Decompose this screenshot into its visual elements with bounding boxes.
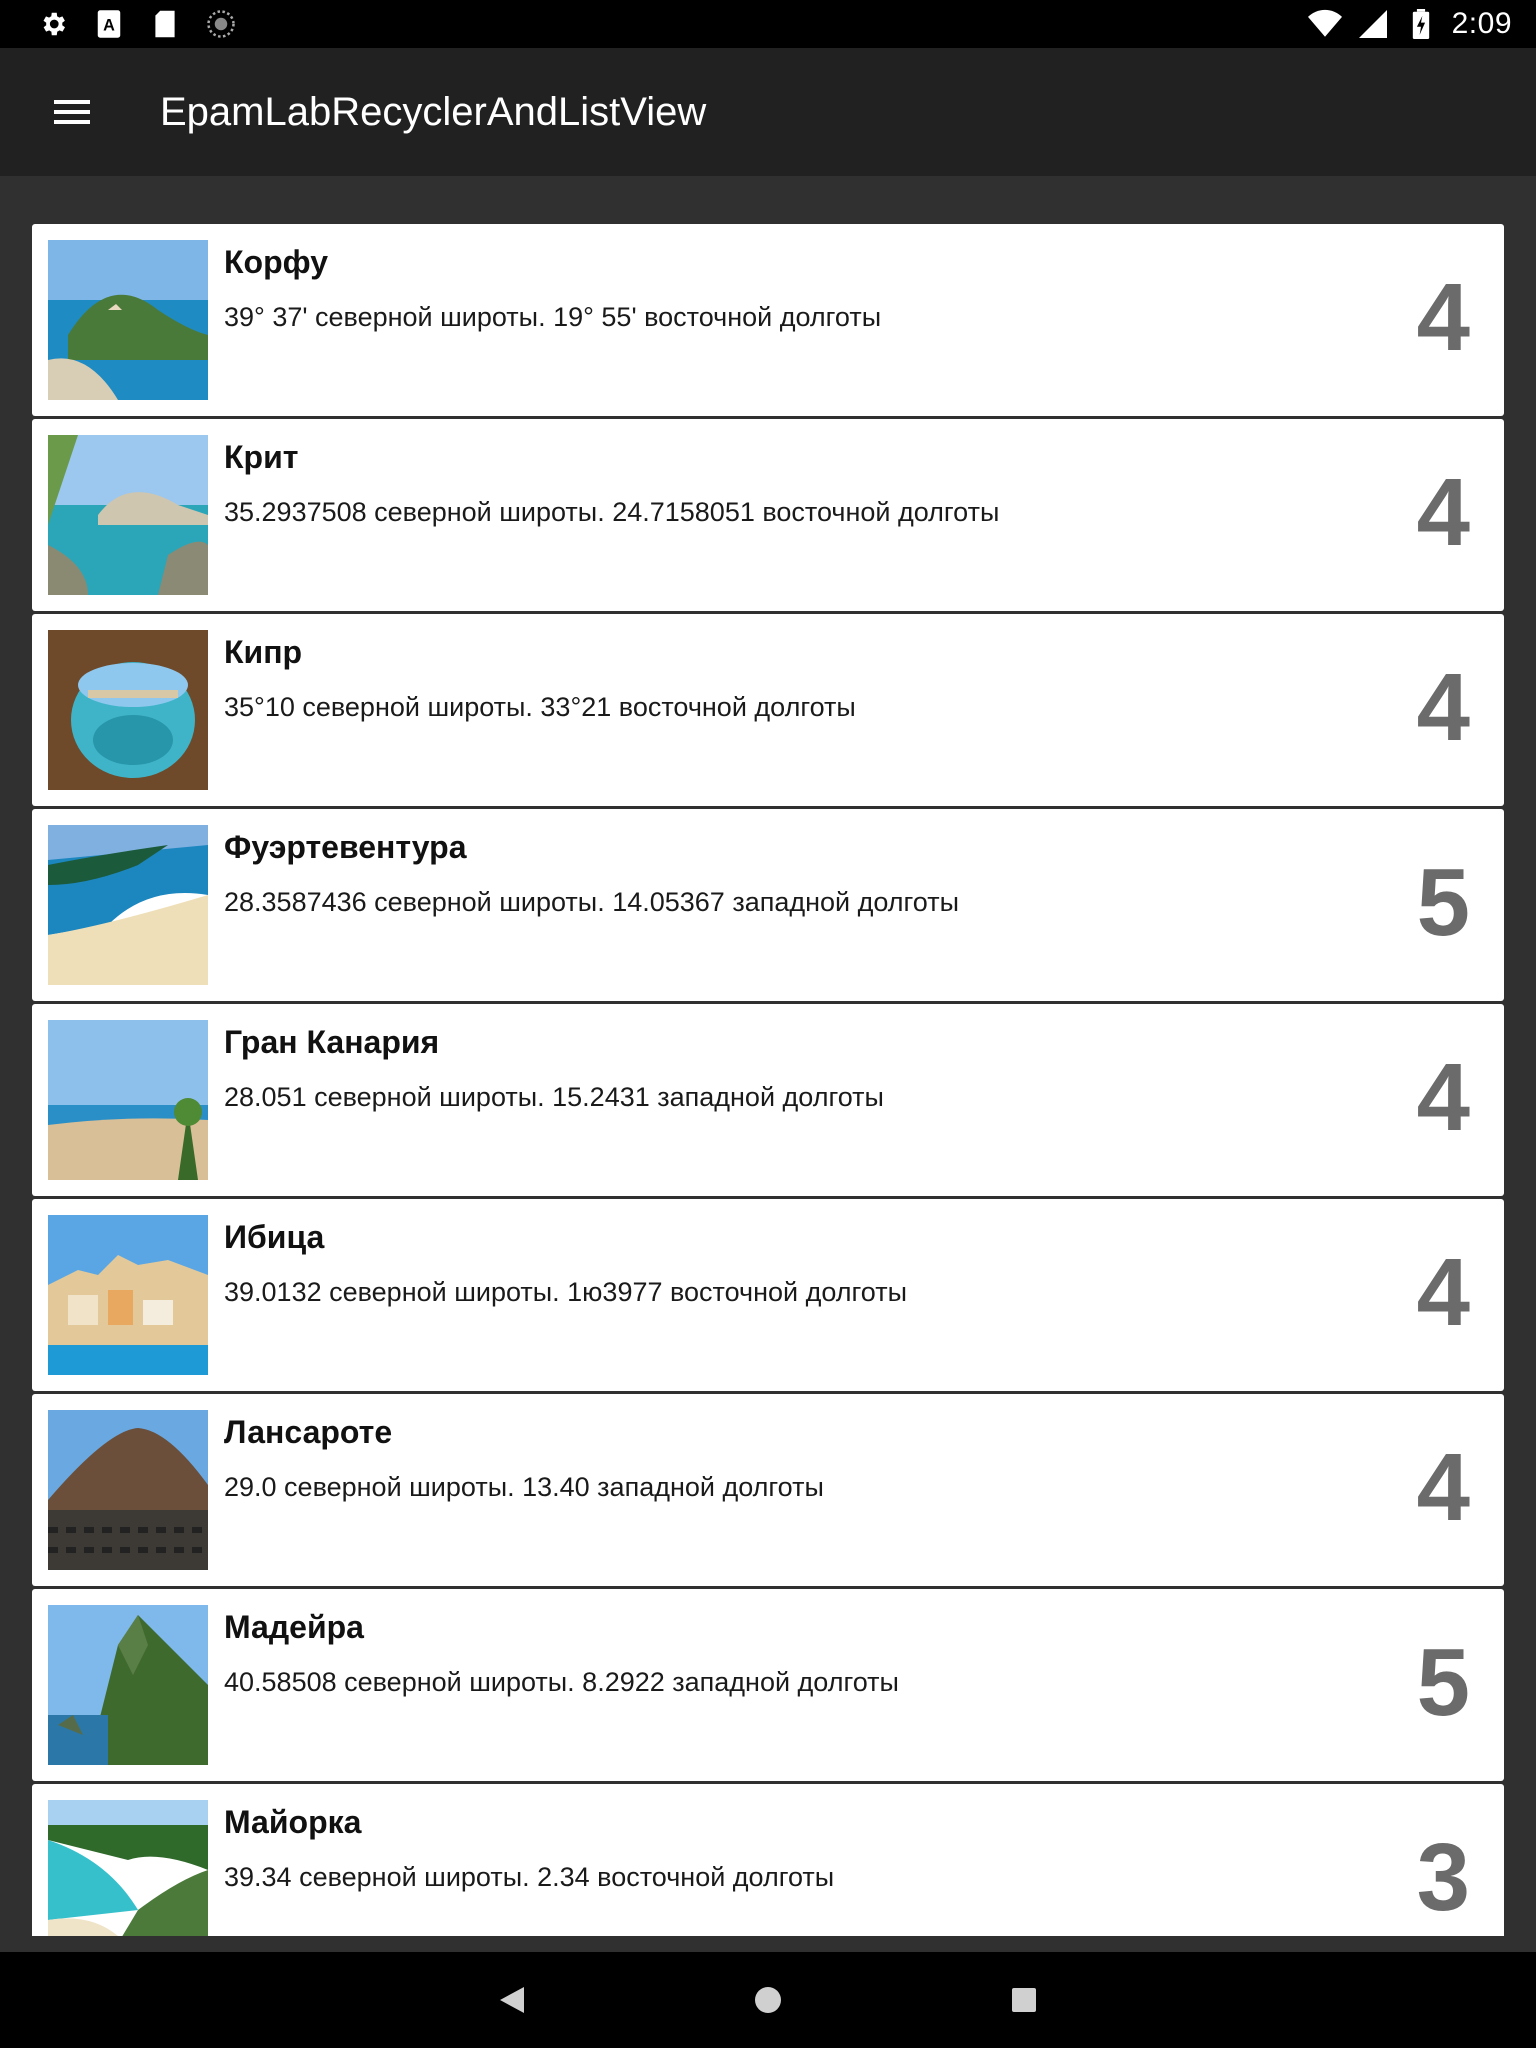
item-title: Ибица	[224, 1219, 325, 1255]
destination-image	[48, 1800, 208, 1936]
item-coordinates: 29.0 северной широты. 13.40 западной дол…	[224, 1472, 824, 1502]
app-title: EpamLabRecyclerAndListView	[160, 89, 707, 134]
destination-image	[48, 630, 208, 790]
item-coordinates: 35.2937508 северной широты. 24.7158051 в…	[224, 497, 1000, 527]
status-time: 2:09	[1451, 7, 1512, 40]
item-rating: 4	[1416, 1434, 1470, 1541]
battery-icon	[1404, 7, 1438, 41]
item-rating: 4	[1416, 1044, 1470, 1151]
item-title: Фуэртевентура	[224, 829, 467, 865]
navigation-bar	[0, 1952, 1536, 2048]
item-title: Крит	[224, 439, 299, 475]
home-icon	[755, 1987, 781, 2013]
status-right: 2:09	[1307, 7, 1512, 41]
item-title: Гран Канария	[224, 1024, 440, 1060]
wifi-icon	[1307, 7, 1342, 41]
item-title: Кипр	[224, 634, 303, 670]
item-rating: 5	[1416, 1629, 1470, 1736]
sync-icon	[204, 7, 238, 41]
item-coordinates: 39° 37' северной широты. 19° 55' восточн…	[224, 302, 882, 332]
destination-image	[48, 1215, 208, 1375]
item-title: Корфу	[224, 244, 328, 280]
item-coordinates: 40.58508 северной широты. 8.2922 западно…	[224, 1667, 899, 1697]
destination-image	[48, 1020, 208, 1180]
item-rating: 4	[1416, 654, 1470, 761]
home-button[interactable]	[740, 1972, 796, 2028]
app-bar: EpamLabRecyclerAndListView	[0, 48, 1536, 176]
destination-image	[48, 1410, 208, 1570]
list-item[interactable]: Ибица 39.0132 северной широты. 1ю3977 во…	[32, 1199, 1504, 1391]
list-item[interactable]: Майорка 39.34 северной широты. 2.34 вост…	[32, 1784, 1504, 1936]
sd-card-icon	[148, 7, 182, 41]
item-title: Лансароте	[224, 1414, 393, 1450]
back-icon	[500, 1987, 524, 2013]
destination-image	[48, 1605, 208, 1765]
list-item[interactable]: Фуэртевентура 28.3587436 северной широты…	[32, 809, 1504, 1001]
item-coordinates: 39.0132 северной широты. 1ю3977 восточно…	[224, 1277, 907, 1307]
item-coordinates: 28.051 северной широты. 15.2431 западной…	[224, 1082, 884, 1112]
item-title: Мадейра	[224, 1609, 364, 1645]
destination-image	[48, 825, 208, 985]
status-left: A	[36, 7, 238, 41]
list-item[interactable]: Мадейра 40.58508 северной широты. 8.2922…	[32, 1589, 1504, 1781]
item-coordinates: 39.34 северной широты. 2.34 восточной до…	[224, 1862, 835, 1892]
list-item[interactable]: Лансароте 29.0 северной широты. 13.40 за…	[32, 1394, 1504, 1586]
destination-list[interactable]: Корфу 39° 37' северной широты. 19° 55' в…	[32, 224, 1504, 1936]
item-rating: 4	[1416, 264, 1470, 371]
back-button[interactable]	[484, 1972, 540, 2028]
signal-icon	[1356, 7, 1390, 41]
destination-image	[48, 435, 208, 595]
item-rating: 4	[1416, 459, 1470, 566]
svg-text:A: A	[103, 16, 115, 34]
status-bar: A 2:09	[0, 0, 1536, 48]
item-rating: 4	[1416, 1239, 1470, 1346]
recents-button[interactable]	[996, 1972, 1052, 2028]
recents-icon	[1012, 1988, 1036, 2012]
list-item[interactable]: Корфу 39° 37' северной широты. 19° 55' в…	[32, 224, 1504, 416]
item-coordinates: 28.3587436 северной широты. 14.05367 зап…	[224, 887, 959, 917]
list-item[interactable]: Крит 35.2937508 северной широты. 24.7158…	[32, 419, 1504, 611]
item-title: Майорка	[224, 1804, 362, 1840]
item-coordinates: 35°10 северной широты. 33°21 восточной д…	[224, 692, 856, 722]
menu-icon	[54, 100, 90, 124]
item-rating: 5	[1416, 849, 1470, 956]
menu-button[interactable]	[36, 76, 108, 148]
accessibility-icon: A	[92, 7, 126, 41]
settings-icon	[36, 7, 70, 41]
list-item[interactable]: Кипр 35°10 северной широты. 33°21 восточ…	[32, 614, 1504, 806]
destination-image	[48, 240, 208, 400]
item-rating: 3	[1416, 1824, 1470, 1931]
list-item[interactable]: Гран Канария 28.051 северной широты. 15.…	[32, 1004, 1504, 1196]
